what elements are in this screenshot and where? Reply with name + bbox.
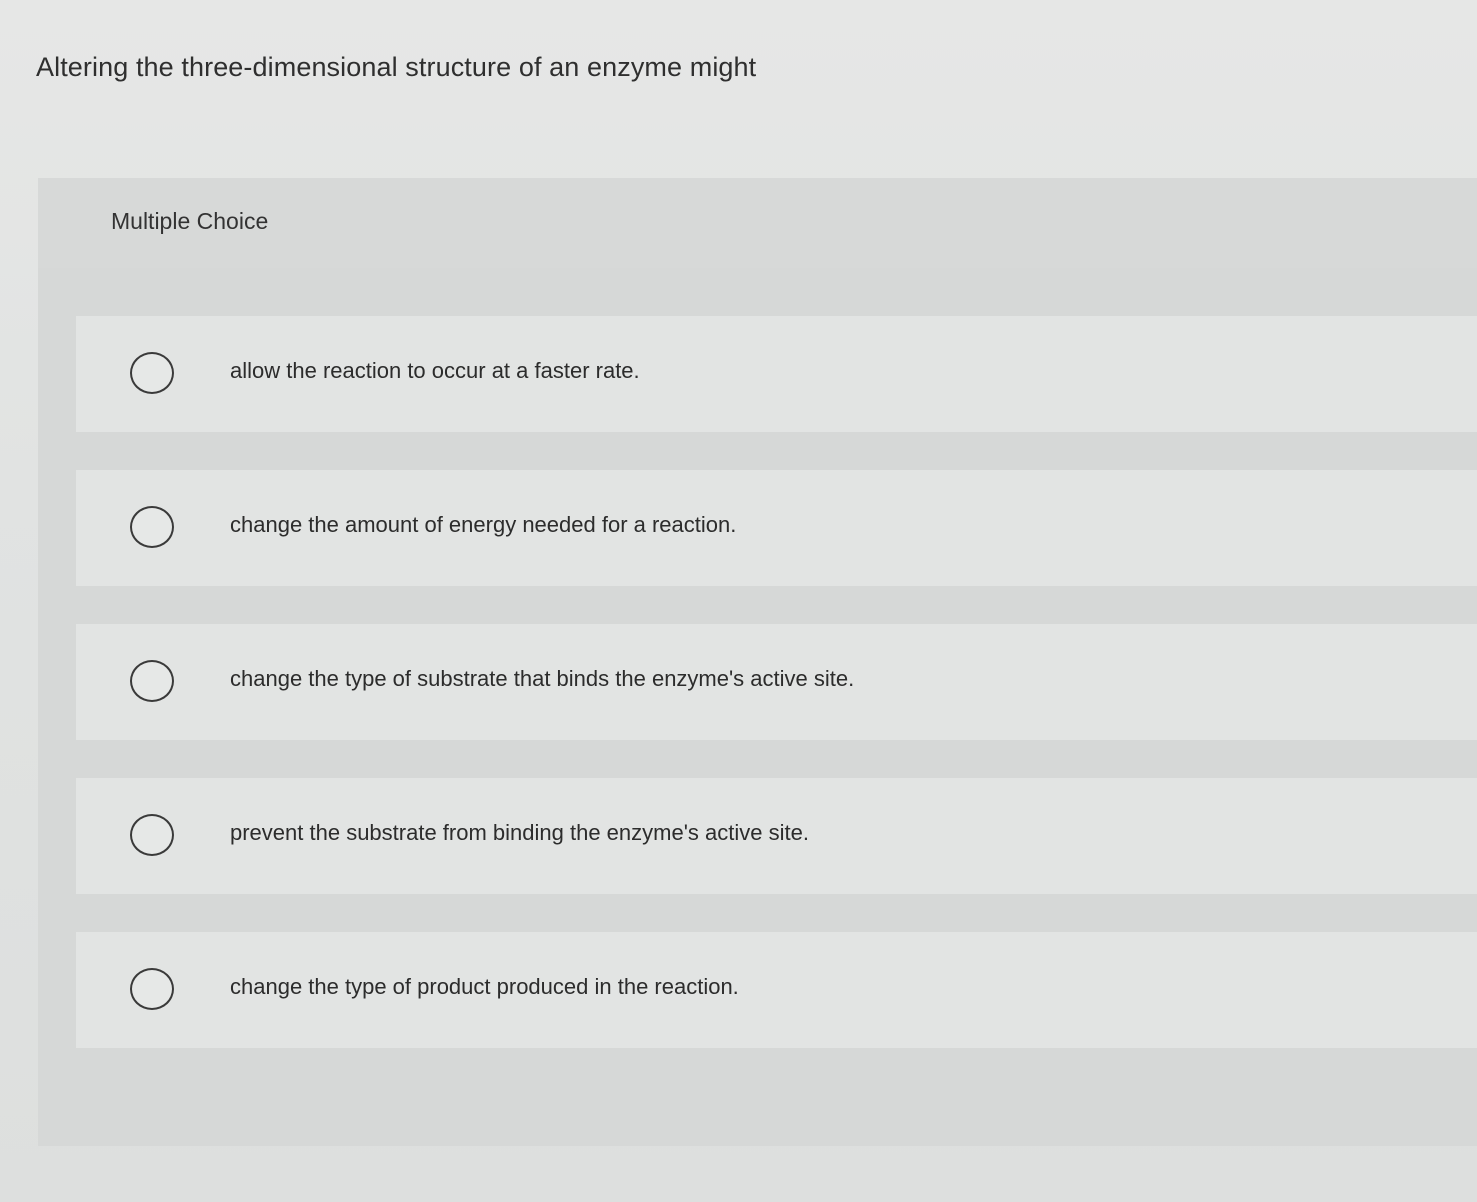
answer-option-label: change the type of product produced in t… [230, 974, 739, 999]
question-stem: Altering the three-dimensional structure… [36, 52, 757, 82]
answer-options: allow the reaction to occur at a faster … [76, 316, 1477, 1086]
radio-button-a[interactable] [130, 352, 174, 394]
answer-option-a[interactable]: allow the reaction to occur at a faster … [76, 316, 1477, 432]
answer-option-label: change the type of substrate that binds … [230, 666, 855, 691]
answer-option-label: allow the reaction to occur at a faster … [230, 358, 640, 383]
answer-option-e[interactable]: change the type of product produced in t… [76, 932, 1477, 1048]
radio-button-c[interactable] [130, 660, 174, 702]
radio-button-d[interactable] [130, 814, 174, 856]
answer-option-c[interactable]: change the type of substrate that binds … [76, 624, 1477, 740]
radio-button-e[interactable] [130, 968, 174, 1010]
question-panel: Multiple Choice allow the reaction to oc… [38, 178, 1477, 1146]
answer-option-d[interactable]: prevent the substrate from binding the e… [76, 778, 1477, 894]
question-type-label: Multiple Choice [111, 208, 269, 234]
radio-button-b[interactable] [130, 506, 174, 548]
answer-option-label: change the amount of energy needed for a… [230, 512, 737, 537]
panel-header: Multiple Choice [38, 178, 1477, 268]
answer-option-label: prevent the substrate from binding the e… [230, 820, 809, 845]
answer-option-b[interactable]: change the amount of energy needed for a… [76, 470, 1477, 586]
